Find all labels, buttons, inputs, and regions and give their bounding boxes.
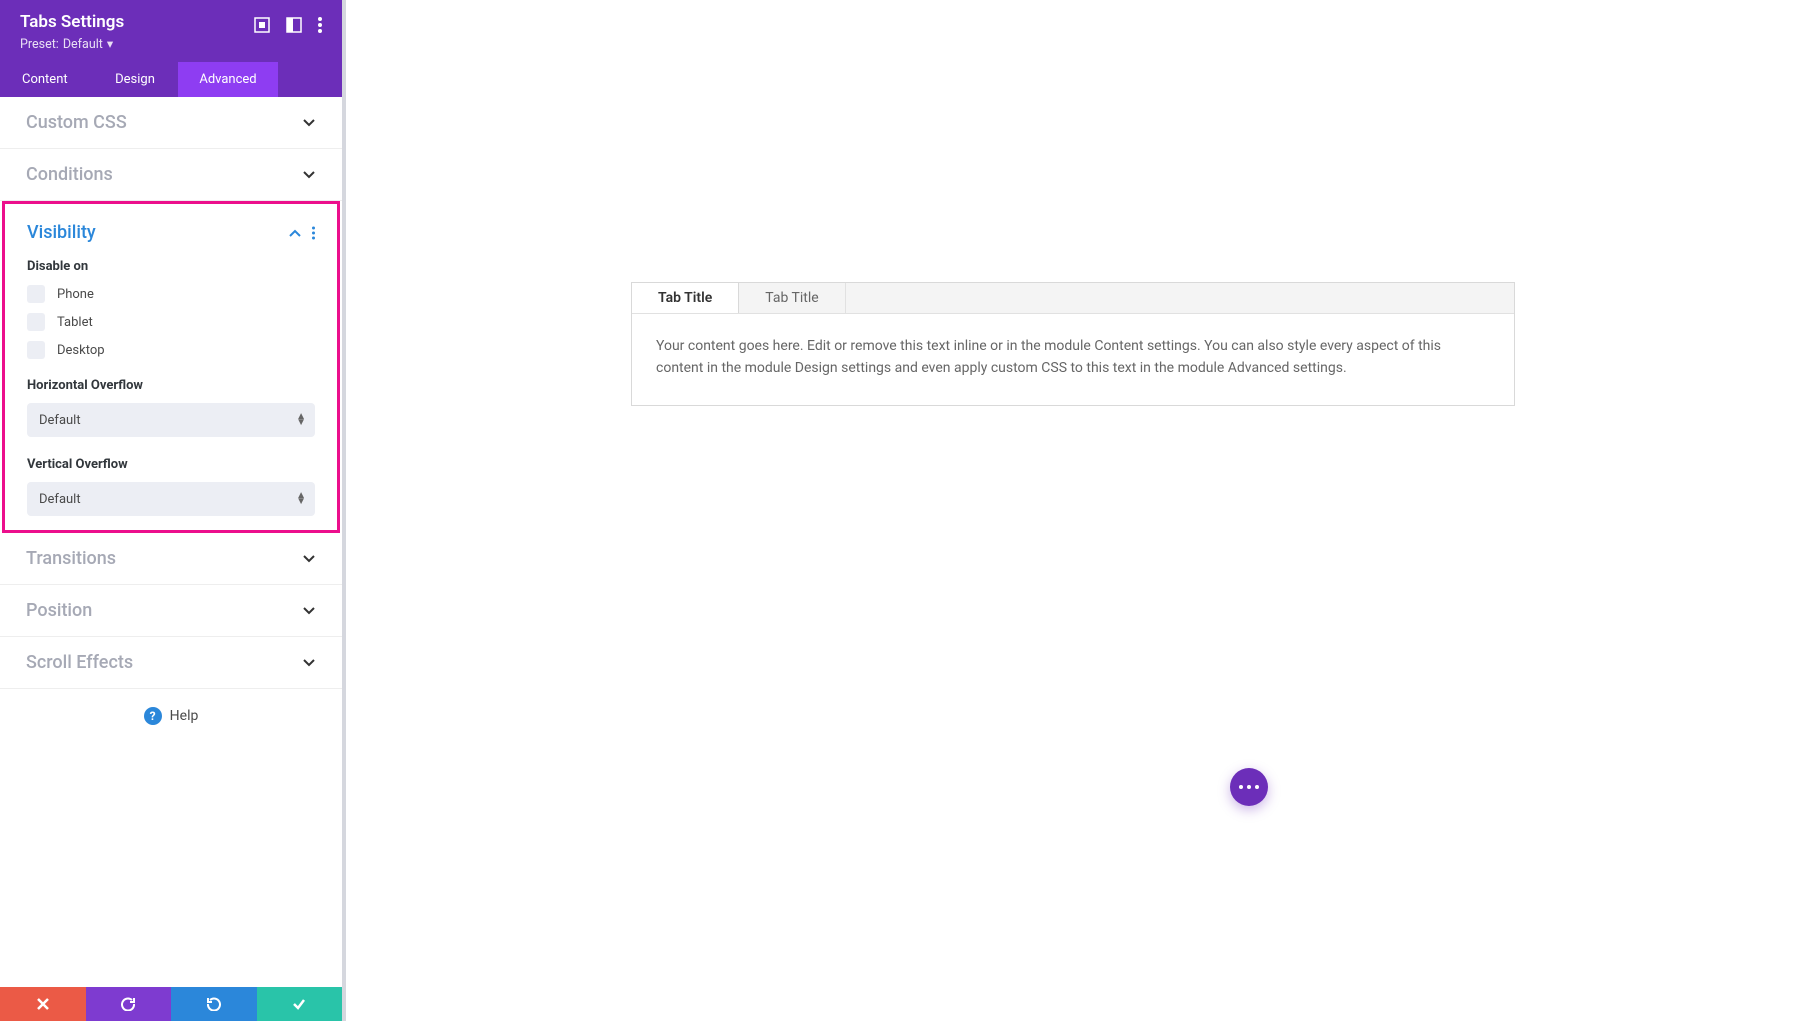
section-conditions[interactable]: Conditions (0, 149, 342, 201)
section-visibility-highlight: Visibility Disable on Phone Tablet (2, 201, 340, 533)
preset-selector[interactable]: Preset: Default ▾ (20, 36, 124, 52)
horizontal-overflow-select[interactable]: Default ▲▼ (27, 403, 315, 437)
section-transitions[interactable]: Transitions (0, 533, 342, 585)
section-custom-css[interactable]: Custom CSS (0, 97, 342, 149)
updown-icon: ▲▼ (296, 493, 303, 505)
chevron-down-icon (302, 168, 316, 182)
disable-on-label: Disable on (5, 253, 337, 280)
save-button[interactable] (257, 987, 343, 1021)
module-tab-2[interactable]: Tab Title (739, 283, 845, 313)
sidebar-toggle-icon[interactable] (286, 17, 302, 33)
redo-button[interactable] (171, 987, 257, 1021)
section-position[interactable]: Position (0, 585, 342, 637)
more-icon[interactable] (318, 17, 322, 33)
updown-icon: ▲▼ (296, 414, 303, 426)
panel-body: Custom CSS Conditions Visibility Disable… (0, 97, 342, 987)
tab-design[interactable]: Design (92, 62, 178, 97)
disable-on-tablet[interactable]: Tablet (27, 308, 315, 336)
panel-header: Tabs Settings Preset: Default ▾ (0, 0, 342, 62)
chevron-down-icon (302, 604, 316, 618)
settings-panel: Tabs Settings Preset: Default ▾ Content … (0, 0, 346, 1021)
checkbox[interactable] (27, 313, 45, 331)
checkbox[interactable] (27, 341, 45, 359)
vertical-overflow-select[interactable]: Default ▲▼ (27, 482, 315, 516)
disable-on-desktop[interactable]: Desktop (27, 336, 315, 364)
preview-canvas: Tab Title Tab Title Your content goes he… (346, 0, 1800, 1021)
cancel-button[interactable] (0, 987, 86, 1021)
module-tabs: Tab Title Tab Title (632, 283, 1514, 314)
vertical-overflow-label: Vertical Overflow (5, 451, 337, 478)
fab-more-button[interactable] (1230, 768, 1268, 806)
footer-actions (0, 987, 342, 1021)
chevron-down-icon (302, 116, 316, 130)
more-icon[interactable] (312, 226, 315, 240)
settings-tabs: Content Design Advanced (0, 62, 342, 97)
chevron-up-icon (288, 226, 302, 240)
disable-on-phone[interactable]: Phone (27, 280, 315, 308)
module-content[interactable]: Your content goes here. Edit or remove t… (632, 314, 1514, 405)
chevron-down-icon (302, 656, 316, 670)
tab-advanced[interactable]: Advanced (178, 62, 278, 97)
section-visibility[interactable]: Visibility (5, 204, 337, 253)
module-tab-1[interactable]: Tab Title (632, 283, 739, 313)
tab-content[interactable]: Content (0, 62, 92, 97)
help-link[interactable]: ? Help (0, 688, 342, 743)
panel-title: Tabs Settings (20, 12, 124, 32)
undo-button[interactable] (86, 987, 172, 1021)
section-scroll-effects[interactable]: Scroll Effects (0, 637, 342, 688)
checkbox[interactable] (27, 285, 45, 303)
caret-down-icon: ▾ (107, 36, 113, 52)
help-icon: ? (144, 707, 162, 725)
expand-icon[interactable] (254, 17, 270, 33)
horizontal-overflow-label: Horizontal Overflow (5, 372, 337, 399)
tabs-module: Tab Title Tab Title Your content goes he… (631, 282, 1515, 406)
chevron-down-icon (302, 552, 316, 566)
